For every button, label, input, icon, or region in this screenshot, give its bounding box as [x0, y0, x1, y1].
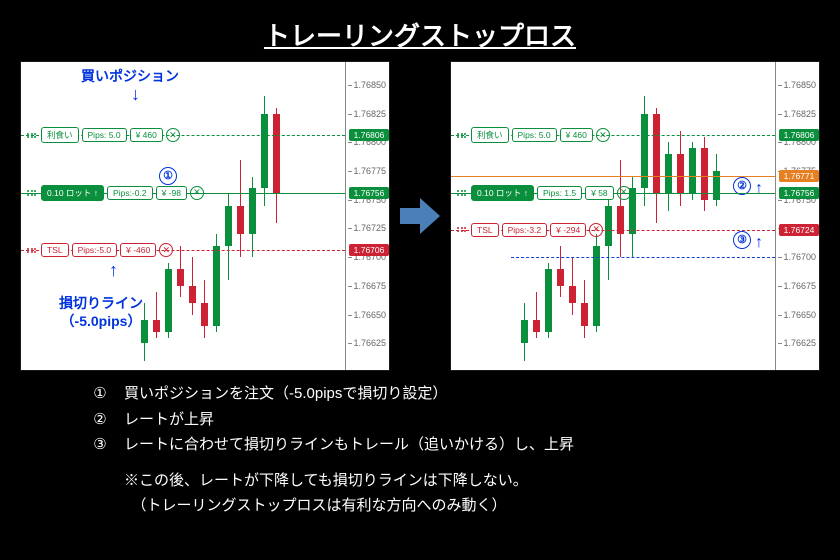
charts-row: 1.76625 1.76650 1.76675 1.76700 1.76725 1.767… — [0, 61, 840, 371]
candles-area — [451, 62, 775, 370]
line-pips: Pips:-0.2 — [107, 186, 153, 200]
up-arrow-icon: ↑ — [755, 180, 763, 198]
close-icon[interactable]: ✕ — [617, 186, 631, 200]
y-tick: 1.76675 — [353, 281, 386, 291]
price-badge: 1.76706 — [349, 244, 389, 256]
line-label: 利食い — [471, 127, 509, 143]
y-axis: 1.766251.766501.766751.767001.767251.767… — [775, 62, 819, 370]
close-icon[interactable]: ✕ — [190, 186, 204, 200]
y-tick: 1.76675 — [783, 281, 816, 291]
y-tick: 1.76850 — [783, 80, 816, 90]
price-badge: 1.76806 — [349, 129, 389, 141]
line-chips[interactable]: TSLPips:-3.2¥ -294✕ — [455, 223, 603, 237]
y-tick: 1.76775 — [353, 166, 386, 176]
big-arrow-icon — [398, 194, 442, 238]
explain-row: ③レートに合わせて損切りラインもトレール（追いかける）し、上昇 — [90, 432, 750, 458]
down-arrow-icon: ↓ — [131, 84, 140, 105]
line-amount: ¥ -98 — [156, 186, 187, 200]
marker-3: ③ — [733, 230, 751, 249]
line-label: 利食い — [41, 127, 79, 143]
line-amount: ¥ -460 — [120, 243, 156, 257]
up-arrow-icon: ↑ — [755, 234, 763, 252]
close-icon[interactable]: ✕ — [596, 128, 610, 142]
line-chips[interactable]: 利食いPips: 5.0¥ 460✕ — [25, 127, 180, 143]
explanation: ①買いポジションを注文（-5.0pipsで損切り設定） ②レートが上昇 ③レート… — [0, 371, 840, 519]
line-chips[interactable]: 0.10 ロット ↑Pips:-0.2¥ -98✕ — [25, 185, 204, 201]
line-pips: Pips: 5.0 — [512, 128, 557, 142]
annot-buy-position: 買いポジション — [81, 66, 179, 86]
line-amount: ¥ -294 — [550, 223, 586, 237]
line-pips: Pips: 5.0 — [82, 128, 127, 142]
price-badge: 1.76724 — [779, 224, 819, 236]
price-badge: 1.76806 — [779, 129, 819, 141]
y-tick: 1.76650 — [353, 310, 386, 320]
price-badge: 1.76756 — [349, 187, 389, 199]
up-arrow-icon: ↑ — [109, 260, 118, 281]
line-amount: ¥ 460 — [130, 128, 163, 142]
explain-note: ※この後、レートが下降しても損切りラインは下降しない。 （トレーリングストップロ… — [90, 468, 750, 519]
line-chips[interactable]: 利食いPips: 5.0¥ 460✕ — [455, 127, 610, 143]
price-badge: 1.76756 — [779, 187, 819, 199]
annot-stoploss-line: 損切りライン（-5.0pips） — [59, 294, 143, 330]
line-label: TSL — [471, 223, 499, 237]
line-chips[interactable]: 0.10 ロット ↑Pips: 1.5¥ 58✕ — [455, 185, 631, 201]
y-tick: 1.76725 — [353, 223, 386, 233]
line-amount: ¥ 58 — [585, 186, 614, 200]
explain-row: ②レートが上昇 — [90, 407, 750, 433]
page-title: トレーリングストップロス — [0, 0, 840, 61]
close-icon[interactable]: ✕ — [166, 128, 180, 142]
close-icon[interactable]: ✕ — [159, 243, 173, 257]
y-tick: 1.76825 — [783, 109, 816, 119]
chart-left: 1.766251.766501.766751.767001.767251.767… — [20, 61, 390, 371]
marker-2: ② — [733, 176, 751, 195]
line-label: TSL — [41, 243, 69, 257]
y-tick: 1.76700 — [783, 252, 816, 262]
line-label: 0.10 ロット ↑ — [41, 185, 104, 201]
chart-right: 1.766251.766501.766751.767001.767251.767… — [450, 61, 820, 371]
explain-row: ①買いポジションを注文（-5.0pipsで損切り設定） — [90, 381, 750, 407]
price-badge: 1.76771 — [779, 170, 819, 182]
line-label: 0.10 ロット ↑ — [471, 185, 534, 201]
y-tick: 1.76625 — [353, 338, 386, 348]
y-tick: 1.76650 — [783, 310, 816, 320]
marker-1: ① — [159, 166, 177, 185]
close-icon[interactable]: ✕ — [589, 223, 603, 237]
y-tick: 1.76625 — [783, 338, 816, 348]
line-pips: Pips:-3.2 — [502, 223, 548, 237]
y-axis: 1.766251.766501.766751.767001.767251.767… — [345, 62, 389, 370]
line-pips: Pips:-5.0 — [72, 243, 118, 257]
line-pips: Pips: 1.5 — [537, 186, 582, 200]
price-line — [511, 257, 775, 258]
line-amount: ¥ 460 — [560, 128, 593, 142]
y-tick: 1.76825 — [353, 109, 386, 119]
line-chips[interactable]: TSLPips:-5.0¥ -460✕ — [25, 243, 173, 257]
price-line — [451, 176, 775, 177]
y-tick: 1.76850 — [353, 80, 386, 90]
